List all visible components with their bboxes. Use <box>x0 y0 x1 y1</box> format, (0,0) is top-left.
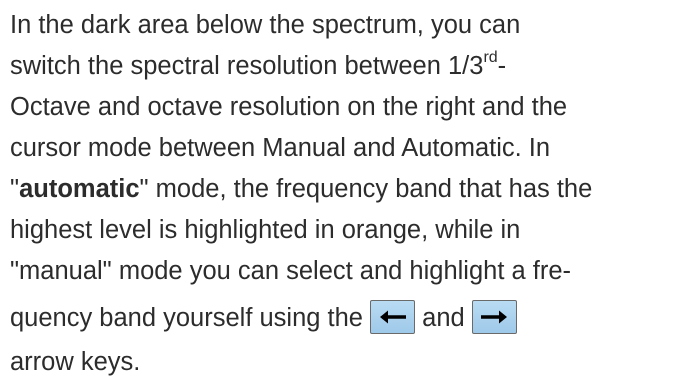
instruction-paragraph: In the dark area below the spectrum, you… <box>10 0 679 383</box>
text-line-1: In the dark area below the spectrum, you… <box>10 5 679 46</box>
text-line-4-content: cursor mode between Manual and Automatic… <box>10 134 551 162</box>
text-line-7: "manual" mode you can select and highlig… <box>10 251 679 292</box>
text-line-2: switch the spectral resolution between 1… <box>10 46 679 87</box>
bold-term-automatic: automatic <box>19 175 140 203</box>
text-line-9: arrow keys. <box>10 342 679 383</box>
text-line-6-content: highest level is highlighted in orange, … <box>10 216 521 244</box>
text-line-8-content: quency band yourself using the <box>10 304 371 332</box>
superscript-rd: rd <box>483 49 498 66</box>
left-arrow-key-icon <box>370 300 416 335</box>
text-line-3-content: Octave and octave resolution on the righ… <box>10 93 568 121</box>
text-line-5: "automatic" mode, the frequency band tha… <box>10 169 679 210</box>
text-line-1-content: In the dark area below the spectrum, you… <box>10 11 521 39</box>
text-line-6: highest level is highlighted in orange, … <box>10 210 679 251</box>
text-line-8-and: and <box>415 304 472 332</box>
text-line-5-quote-open: " <box>10 175 20 203</box>
text-line-5-content: " mode, the frequency band that has the <box>139 175 593 203</box>
right-arrow-key-icon <box>471 300 517 335</box>
text-line-7-content: "manual" mode you can select and highlig… <box>10 257 572 285</box>
text-line-9-content: arrow keys. <box>10 348 141 376</box>
text-line-2-hyphen: - <box>497 52 507 80</box>
text-line-8: quency band yourself using the and <box>10 292 679 342</box>
right-arrow-icon <box>480 310 507 324</box>
text-line-4: cursor mode between Manual and Automatic… <box>10 128 679 169</box>
text-line-3: Octave and octave resolution on the righ… <box>10 87 679 128</box>
text-line-2-content: switch the spectral resolution between 1… <box>10 52 484 80</box>
left-arrow-icon <box>380 310 407 324</box>
